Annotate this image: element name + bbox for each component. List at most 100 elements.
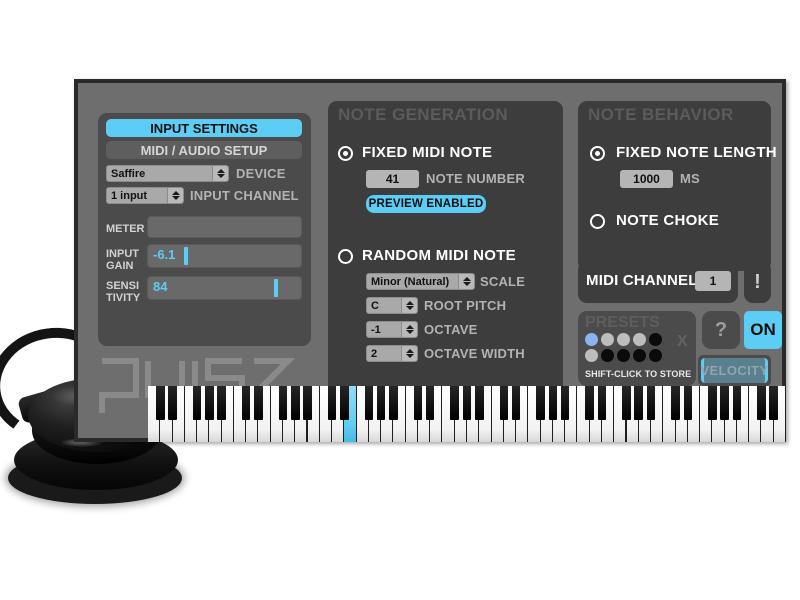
piano-black-key[interactable] bbox=[499, 386, 509, 420]
input-gain-handle[interactable] bbox=[183, 247, 188, 265]
tab-midi-audio-setup-label: MIDI / AUDIO SETUP bbox=[140, 142, 268, 158]
piano-black-key[interactable] bbox=[205, 386, 214, 420]
piano-black-key[interactable] bbox=[720, 386, 729, 420]
scale-label: SCALE bbox=[480, 274, 526, 289]
tab-midi-audio-setup[interactable]: MIDI / AUDIO SETUP bbox=[106, 141, 302, 159]
power-on-label: ON bbox=[750, 320, 776, 339]
octave-width-select[interactable]: 2 bbox=[366, 345, 418, 362]
power-on-button[interactable]: ON bbox=[744, 311, 782, 349]
radio-note-choke[interactable] bbox=[590, 214, 605, 229]
midi-channel-panel: MIDI CHANNEL 1 bbox=[578, 261, 738, 303]
device-select-spinner-icon[interactable] bbox=[212, 166, 228, 181]
piano-black-key[interactable] bbox=[769, 386, 778, 420]
scale-spinner-icon[interactable] bbox=[458, 274, 474, 289]
preset-slot-row-2[interactable] bbox=[585, 349, 662, 362]
octave-label: OCTAVE bbox=[424, 322, 478, 337]
piano-black-key[interactable] bbox=[327, 386, 337, 420]
radio-fixed-midi-note[interactable] bbox=[338, 146, 353, 161]
help-button[interactable]: ? bbox=[702, 311, 740, 349]
device-select[interactable]: Saffire bbox=[106, 165, 229, 182]
sensitivity-slider[interactable]: 84 bbox=[147, 276, 302, 300]
piano-black-key[interactable] bbox=[376, 386, 386, 420]
preset-slot[interactable] bbox=[601, 349, 614, 362]
tab-input-settings[interactable]: INPUT SETTINGS bbox=[106, 119, 302, 137]
piano-black-key[interactable] bbox=[462, 386, 472, 420]
input-gain-label-line2: GAIN bbox=[106, 260, 134, 272]
piano-black-key[interactable] bbox=[364, 386, 374, 420]
input-settings-panel: INPUT SETTINGS MIDI / AUDIO SETUP Saffir… bbox=[98, 113, 311, 346]
panic-button[interactable]: ! bbox=[744, 261, 771, 303]
meter-label: METER bbox=[106, 223, 145, 235]
piano-black-key[interactable] bbox=[278, 386, 288, 420]
presets-clear-button[interactable]: X bbox=[677, 333, 688, 351]
piano-black-key[interactable] bbox=[340, 386, 349, 420]
piano-keyboard[interactable] bbox=[148, 386, 786, 442]
help-icon: ? bbox=[714, 318, 728, 341]
preset-slot[interactable] bbox=[601, 333, 614, 346]
midi-channel-field[interactable]: 1 bbox=[695, 271, 731, 291]
piano-black-key[interactable] bbox=[536, 386, 545, 420]
piano-black-key[interactable] bbox=[646, 386, 656, 420]
velocity-button[interactable]: VELOCITY bbox=[700, 358, 769, 383]
piano-black-key[interactable] bbox=[425, 386, 435, 420]
piano-black-key[interactable] bbox=[511, 386, 521, 420]
radio-fixed-note-length[interactable] bbox=[590, 146, 605, 161]
preset-slot[interactable] bbox=[617, 349, 630, 362]
preset-slot[interactable] bbox=[585, 349, 598, 362]
device-select-value: Saffire bbox=[111, 167, 146, 180]
note-generation-panel: NOTE GENERATION FIXED MIDI NOTE 41 NOTE … bbox=[328, 101, 563, 431]
piano-black-key[interactable] bbox=[290, 386, 300, 420]
octave-spinner-icon[interactable] bbox=[401, 322, 417, 337]
sensitivity-handle[interactable] bbox=[273, 279, 278, 297]
piano-black-key[interactable] bbox=[192, 386, 202, 420]
midi-channel-value: 1 bbox=[709, 274, 717, 288]
piano-black-key[interactable] bbox=[413, 386, 423, 420]
preset-slot[interactable] bbox=[585, 333, 598, 346]
root-pitch-spinner-icon[interactable] bbox=[401, 298, 417, 313]
preview-enabled-button[interactable]: PREVIEW ENABLED bbox=[366, 195, 486, 213]
piano-black-key[interactable] bbox=[241, 386, 251, 420]
note-number-field[interactable]: 41 bbox=[366, 170, 419, 188]
input-channel-spinner-icon[interactable] bbox=[167, 188, 183, 203]
piano-black-key[interactable] bbox=[597, 386, 607, 420]
octave-width-spinner-icon[interactable] bbox=[401, 346, 417, 361]
piano-black-key[interactable] bbox=[155, 386, 165, 420]
piano-black-key[interactable] bbox=[622, 386, 631, 420]
piano-black-key[interactable] bbox=[634, 386, 644, 420]
preset-slot[interactable] bbox=[633, 333, 646, 346]
tab-input-settings-label: INPUT SETTINGS bbox=[150, 120, 258, 136]
piano-black-key[interactable] bbox=[450, 386, 459, 420]
piano-black-key[interactable] bbox=[303, 386, 312, 420]
radio-random-midi-note[interactable] bbox=[338, 249, 353, 264]
piano-black-key[interactable] bbox=[254, 386, 263, 420]
preset-slot[interactable] bbox=[617, 333, 630, 346]
preset-slot[interactable] bbox=[633, 349, 646, 362]
preset-slot-row-1[interactable] bbox=[585, 333, 662, 346]
midi-channel-label: MIDI CHANNEL bbox=[586, 272, 698, 289]
piano-black-key[interactable] bbox=[168, 386, 177, 420]
input-gain-slider[interactable]: -6.1 bbox=[147, 244, 302, 268]
piano-black-key[interactable] bbox=[548, 386, 558, 420]
scale-select[interactable]: Minor (Natural) bbox=[366, 273, 475, 290]
piano-black-key[interactable] bbox=[683, 386, 693, 420]
piano-black-key[interactable] bbox=[560, 386, 570, 420]
octave-select[interactable]: -1 bbox=[366, 321, 418, 338]
velocity-button-label: VELOCITY bbox=[700, 363, 769, 378]
preset-slot[interactable] bbox=[649, 349, 662, 362]
note-length-field[interactable]: 1000 bbox=[620, 170, 673, 188]
preset-slot[interactable] bbox=[649, 333, 662, 346]
root-pitch-select[interactable]: C bbox=[366, 297, 418, 314]
scale-select-value: Minor (Natural) bbox=[371, 275, 450, 288]
piano-black-key[interactable] bbox=[217, 386, 226, 420]
presets-hint: SHIFT-CLICK TO STORE bbox=[585, 369, 692, 379]
piano-black-key[interactable] bbox=[708, 386, 717, 420]
piano-black-key[interactable] bbox=[585, 386, 594, 420]
piano-black-key[interactable] bbox=[732, 386, 742, 420]
piano-black-key[interactable] bbox=[671, 386, 680, 420]
note-number-value: 41 bbox=[385, 172, 400, 186]
input-channel-select-value: 1 input bbox=[111, 189, 148, 202]
piano-black-key[interactable] bbox=[389, 386, 398, 420]
piano-black-key[interactable] bbox=[757, 386, 766, 420]
piano-black-key[interactable] bbox=[474, 386, 484, 420]
input-channel-select[interactable]: 1 input bbox=[106, 187, 184, 204]
